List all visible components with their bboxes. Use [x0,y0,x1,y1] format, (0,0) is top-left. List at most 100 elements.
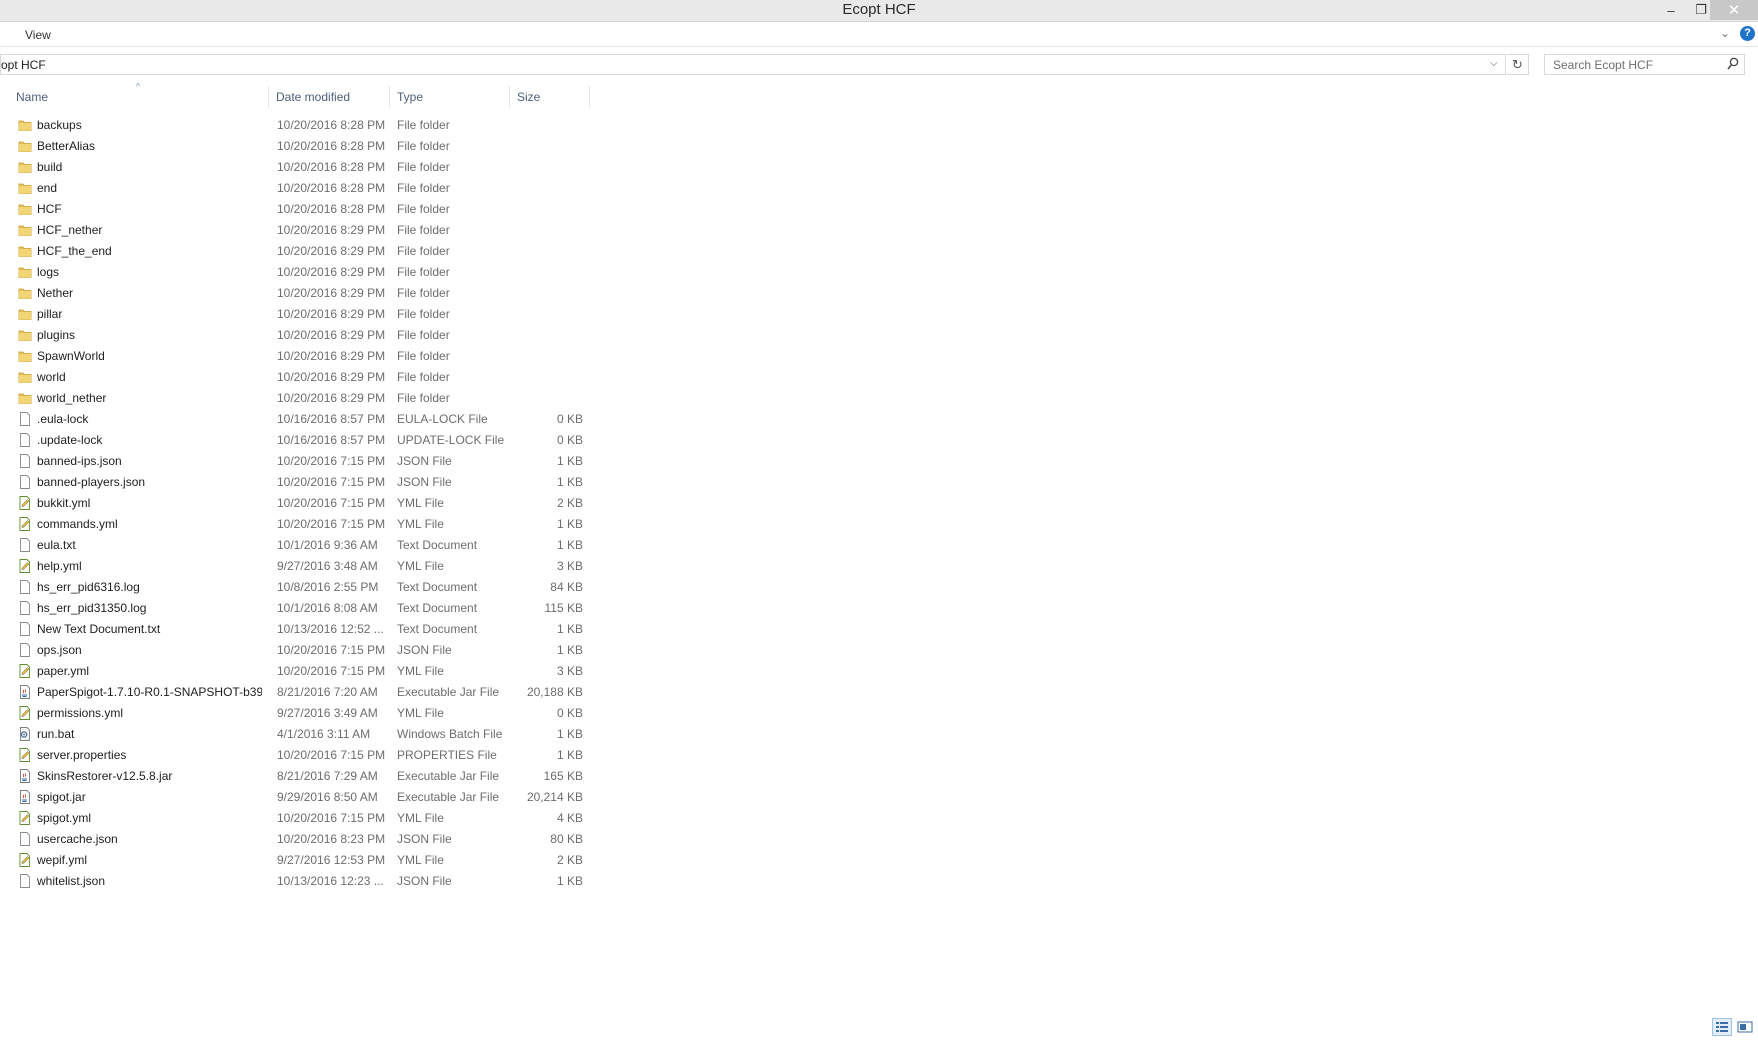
file-row[interactable]: server.properties 10/20/2016 7:15 PM PROPE… [0,745,600,766]
file-size: 0 KB [556,706,583,720]
file-date: 10/20/2016 8:28 PM [277,139,386,153]
file-row[interactable]: banned-ips.json 10/20/2016 7:15 PM JSON Fi… [0,451,600,472]
file-date: 10/20/2016 8:29 PM [277,307,386,321]
file-size: 20,214 KB [526,790,583,804]
search-icon[interactable] [1727,57,1739,71]
ribbon: View ⌄ ? [0,22,1758,47]
column-header-name[interactable]: Name [10,86,269,108]
file-row[interactable]: SpawnWorld 10/20/2016 8:29 PM File folder [0,346,600,367]
file-type: File folder [397,118,450,132]
file-type: File folder [397,370,450,384]
file-date: 10/20/2016 8:28 PM [277,118,386,132]
file-type: File folder [397,223,450,237]
file-row[interactable]: plugins 10/20/2016 8:29 PM File folder [0,325,600,346]
file-name: build [37,160,63,174]
file-size: 1 KB [556,538,583,552]
column-header-size[interactable]: Size [511,86,590,108]
file-row[interactable]: hs_err_pid31350.log 10/1/2016 8:08 AM Text… [0,598,600,619]
expand-ribbon-icon[interactable]: ⌄ [1720,26,1730,40]
file-row[interactable]: logs 10/20/2016 8:29 PM File folder [0,262,600,283]
file-size: 3 KB [556,559,583,573]
file-date: 10/16/2016 8:57 PM [277,412,386,426]
file-row[interactable]: banned-players.json 10/20/2016 7:15 PM JSO… [0,472,600,493]
file-row[interactable]: spigot.yml 10/20/2016 7:15 PM YML File 4 KB [0,808,600,829]
file-type: YML File [397,706,444,720]
file-size: 1 KB [556,454,583,468]
file-size: 0 KB [556,412,583,426]
file-date: 10/20/2016 7:15 PM [277,664,386,678]
file-row[interactable]: HCF_the_end 10/20/2016 8:29 PM File folder [0,241,600,262]
large-icons-view-icon[interactable] [1736,1019,1754,1035]
file-type: File folder [397,265,450,279]
close-button[interactable]: ✕ [1710,0,1758,20]
column-header-type[interactable]: Type [391,86,510,108]
file-row[interactable]: hs_err_pid6316.log 10/8/2016 2:55 PM Text … [0,577,600,598]
file-name: world_nether [37,391,107,405]
folder-icon [18,139,32,153]
file-row[interactable]: SkinsRestorer-v12.5.8.jar 8/21/2016 7:29 … [0,766,600,787]
help-icon[interactable]: ? [1740,26,1755,41]
file-row[interactable]: backups 10/20/2016 8:28 PM File folder [0,115,600,136]
file-row[interactable]: Nether 10/20/2016 8:29 PM File folder [0,283,600,304]
search-box[interactable] [1544,54,1745,75]
file-row[interactable]: ops.json 10/20/2016 7:15 PM JSON File 1 KB [0,640,600,661]
file-name: whitelist.json [37,874,106,888]
title-bar: Ecopt HCF – ❐ ✕ [0,0,1758,22]
file-type: Windows Batch File [397,727,503,741]
file-row[interactable]: world_nether 10/20/2016 8:29 PM File folde… [0,388,600,409]
search-input[interactable] [1545,55,1725,74]
file-row[interactable]: .update-lock 10/16/2016 8:57 PM UPDATE-LOC… [0,430,600,451]
address-path[interactable]: opt HCF [1,58,46,72]
chevron-down-icon[interactable]: ⌵ [1490,58,1498,69]
file-row[interactable]: HCF_nether 10/20/2016 8:29 PM File folder [0,220,600,241]
file-date: 10/20/2016 8:29 PM [277,244,386,258]
file-name: spigot.jar [37,790,86,804]
file-row[interactable]: end 10/20/2016 8:28 PM File folder [0,178,600,199]
jar-file-icon [18,769,32,783]
address-bar[interactable]: opt HCF ⌵ [0,54,1506,75]
file-icon [18,538,32,552]
file-row[interactable]: bukkit.yml 10/20/2016 7:15 PM YML File 2 KB [0,493,600,514]
folder-icon [18,391,32,405]
file-name: .eula-lock [37,412,89,426]
file-row[interactable]: PaperSpigot-1.7.10-R0.1-SNAPSHOT-b39... 8… [0,682,600,703]
file-row[interactable]: HCF 10/20/2016 8:28 PM File folder [0,199,600,220]
file-row[interactable]: spigot.jar 9/29/2016 8:50 AM Executable Ja… [0,787,600,808]
file-row[interactable]: whitelist.json 10/13/2016 12:23 ... JSON F… [0,871,600,892]
file-type: Executable Jar File [397,685,500,699]
refresh-button[interactable]: ↻ [1507,54,1529,75]
file-size: 2 KB [556,853,583,867]
details-view-button[interactable] [1712,1018,1732,1036]
file-size: 2 KB [556,496,583,510]
file-row[interactable]: permissions.yml 9/27/2016 3:49 AM YML File… [0,703,600,724]
minimize-button[interactable]: – [1656,0,1686,20]
file-row[interactable]: build 10/20/2016 8:28 PM File folder [0,157,600,178]
file-row[interactable]: help.yml 9/27/2016 3:48 AM YML File 3 KB [0,556,600,577]
file-name: eula.txt [37,538,76,552]
details-view-icon [1716,1022,1728,1032]
view-tab[interactable]: View [25,28,51,42]
column-header-date-modified[interactable]: Date modified [270,86,390,108]
file-size: 80 KB [550,832,583,846]
file-name: SkinsRestorer-v12.5.8.jar [37,769,173,783]
file-icon [18,433,32,447]
file-name: end [37,181,58,195]
file-row[interactable]: run.bat 4/1/2016 3:11 AM Windows Batch Fil… [0,724,600,745]
refresh-icon: ↻ [1512,57,1523,72]
file-row[interactable]: commands.yml 10/20/2016 7:15 PM YML File 1 … [0,514,600,535]
file-size: 4 KB [556,811,583,825]
file-row[interactable]: pillar 10/20/2016 8:29 PM File folder [0,304,600,325]
file-row[interactable]: usercache.json 10/20/2016 8:23 PM JSON Fil… [0,829,600,850]
file-type: File folder [397,391,450,405]
file-icon [18,580,32,594]
file-row[interactable]: world 10/20/2016 8:29 PM File folder [0,367,600,388]
file-row[interactable]: .eula-lock 10/16/2016 8:57 PM EULA-LOCK Fi… [0,409,600,430]
file-row[interactable]: eula.txt 10/1/2016 9:36 AM Text Document 1 … [0,535,600,556]
file-type: File folder [397,349,450,363]
file-row[interactable]: paper.yml 10/20/2016 7:15 PM YML File 3 KB [0,661,600,682]
file-date: 10/1/2016 8:08 AM [277,601,378,615]
file-row[interactable]: BetterAlias 10/20/2016 8:28 PM File folder [0,136,600,157]
file-name: permissions.yml [37,706,124,720]
file-row[interactable]: New Text Document.txt 10/13/2016 12:52 ..… [0,619,600,640]
file-row[interactable]: wepif.yml 9/27/2016 12:53 PM YML File 2 KB [0,850,600,871]
